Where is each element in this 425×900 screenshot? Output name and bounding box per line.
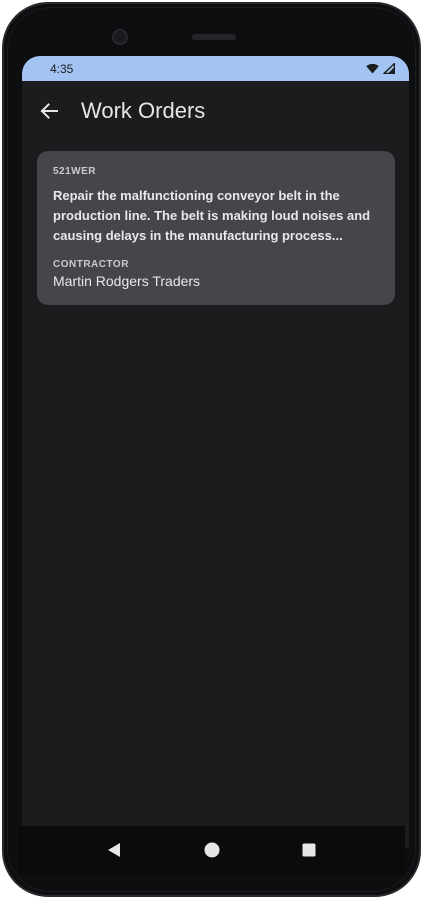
nav-home-button[interactable] bbox=[202, 840, 222, 860]
contractor-name: Martin Rodgers Traders bbox=[53, 273, 201, 289]
home-circle-icon bbox=[204, 842, 219, 858]
signal-icon bbox=[383, 63, 395, 74]
contractor-label: CONTRACTOR bbox=[53, 259, 129, 270]
system-nav-bar bbox=[18, 826, 405, 874]
nav-recents-button[interactable] bbox=[299, 840, 319, 860]
nav-back-button[interactable] bbox=[104, 840, 124, 860]
screen: 4:35 Work Orders 521WER Repair the malfu… bbox=[22, 56, 409, 848]
page-title: Work Orders bbox=[81, 98, 206, 123]
arrow-left-icon bbox=[40, 103, 58, 119]
back-button[interactable] bbox=[38, 100, 60, 122]
work-order-card[interactable]: 521WER Repair the malfunctioning conveyo… bbox=[37, 151, 395, 305]
front-camera bbox=[112, 29, 128, 45]
wifi-icon bbox=[366, 63, 379, 74]
status-time: 4:35 bbox=[50, 61, 74, 76]
app-bar: Work Orders bbox=[22, 81, 409, 141]
status-icons bbox=[366, 63, 395, 74]
phone-frame: 4:35 Work Orders 521WER Repair the malfu… bbox=[2, 2, 421, 897]
recents-square-icon bbox=[302, 843, 316, 857]
back-triangle-icon bbox=[108, 843, 120, 857]
status-bar: 4:35 bbox=[22, 56, 409, 81]
work-order-id: 521WER bbox=[53, 166, 97, 177]
work-order-description: Repair the malfunctioning conveyor belt … bbox=[53, 188, 371, 243]
earpiece-speaker bbox=[192, 34, 236, 40]
